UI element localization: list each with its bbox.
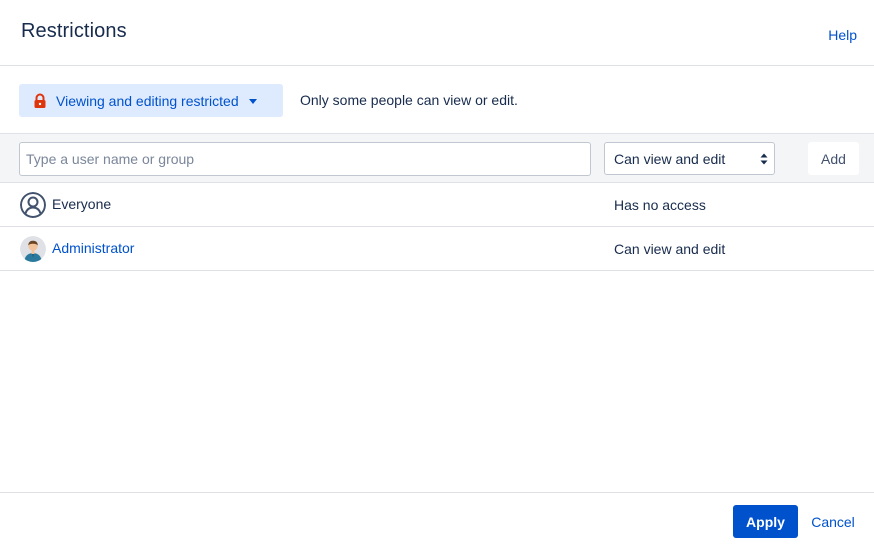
group-avatar-icon	[20, 192, 46, 218]
add-user-bar: Can view and edit Add	[0, 133, 874, 183]
user-avatar	[20, 236, 46, 262]
restriction-mode-dropdown[interactable]: Viewing and editing restricted	[19, 84, 283, 117]
entry-name-link[interactable]: Administrator	[52, 240, 134, 256]
restriction-mode-description: Only some people can view or edit.	[300, 92, 518, 108]
permission-select[interactable]: Can view and edit	[604, 142, 775, 175]
entry-name: Everyone	[52, 196, 112, 212]
add-button[interactable]: Add	[808, 142, 859, 175]
user-search-input[interactable]	[19, 142, 591, 176]
entry-permission: Has no access	[614, 197, 706, 213]
permission-select-value: Can view and edit	[614, 150, 726, 167]
entry-permission: Can view and edit	[614, 241, 726, 257]
restriction-mode-label: Viewing and editing restricted	[56, 92, 239, 109]
restrictions-dialog: Restrictions Help Viewing and editing re…	[0, 0, 874, 547]
apply-button[interactable]: Apply	[733, 505, 798, 538]
dialog-header: Restrictions Help	[0, 0, 874, 66]
chevron-down-icon	[248, 98, 257, 104]
dialog-title: Restrictions	[21, 20, 127, 42]
lock-icon	[34, 93, 46, 108]
restrictions-list: Everyone Has no access Administrator Can…	[0, 183, 874, 271]
list-item-administrator: Administrator Can view and edit	[0, 227, 874, 271]
list-item-everyone: Everyone Has no access	[0, 183, 874, 227]
select-arrows-icon	[760, 153, 768, 165]
help-link[interactable]: Help	[828, 27, 857, 43]
dialog-footer: Apply Cancel	[0, 492, 874, 547]
restriction-mode-row: Viewing and editing restricted Only some…	[0, 66, 874, 133]
cancel-button[interactable]: Cancel	[804, 505, 862, 538]
